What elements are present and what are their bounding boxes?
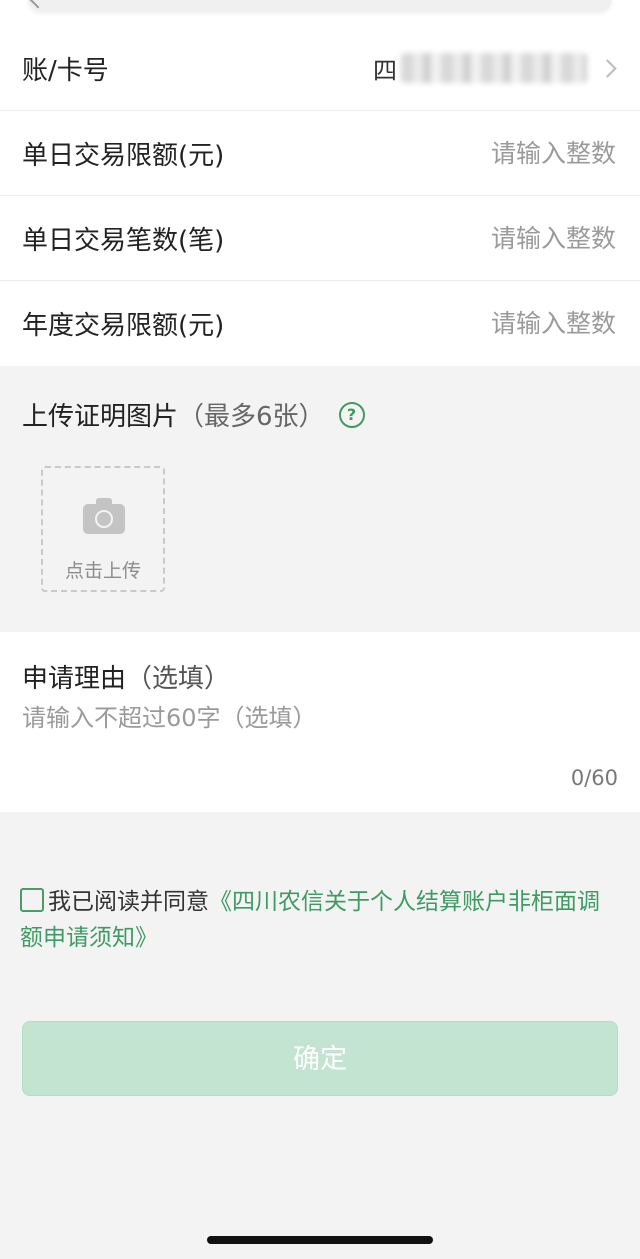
upload-button-label: 点击上传 [64,560,141,582]
annual-limit-input[interactable] [354,308,618,339]
annual-limit-label: 年度交易限额(元) [22,311,225,341]
upload-photo-button[interactable]: 点击上传 [41,466,165,592]
reason-title-hint: （选填） [126,664,231,694]
daily-limit-input[interactable] [354,137,618,169]
upload-section: 上传证明图片 （最多6张） ? 点击上传 [0,366,640,632]
agree-checkbox[interactable] [20,888,44,912]
reason-card: 申请理由（选填） 0/60 [0,632,640,812]
account-label: 账/卡号 [22,55,109,86]
home-indicator [207,1236,433,1244]
confirm-button[interactable]: 确定 [22,1021,618,1096]
annual-limit-row: 年度交易限额(元) [0,281,640,366]
daily-count-label: 单日交易笔数(笔) [22,225,225,256]
top-pill [28,0,612,12]
account-number-masked [401,53,587,83]
daily-limit-row: 单日交易限额(元) [0,111,640,196]
reason-input[interactable] [22,698,618,768]
account-value-prefix: 四 [373,56,397,85]
agreement-text: 我已阅读并同意 [48,889,209,915]
reason-title: 申请理由（选填） [22,658,230,695]
top-bar-remnant [0,0,640,26]
daily-count-input[interactable] [354,222,618,254]
account-value[interactable]: 四 [373,51,618,86]
reason-title-text: 申请理由 [22,664,127,694]
upload-title-text: 上传证明图片 [22,402,179,432]
char-counter: 0/60 [570,766,618,790]
help-icon[interactable]: ? [338,401,365,428]
upload-title: 上传证明图片 （最多6张） ? [22,396,365,433]
daily-limit-label: 单日交易限额(元) [22,140,225,171]
agreement: 我已阅读并同意《四川农信关于个人结算账户非柜面调额申请须知》 [20,884,620,956]
daily-count-row: 单日交易笔数(笔) [0,196,640,281]
camera-icon [83,498,125,534]
chevron-right-icon [598,58,617,78]
limit-form: 账/卡号 四 单日交易限额(元) 单日交易笔数(笔) 年度交易限额(元) [0,26,640,366]
account-row[interactable]: 账/卡号 四 [0,26,640,111]
upload-title-hint: （最多6张） [178,402,325,432]
